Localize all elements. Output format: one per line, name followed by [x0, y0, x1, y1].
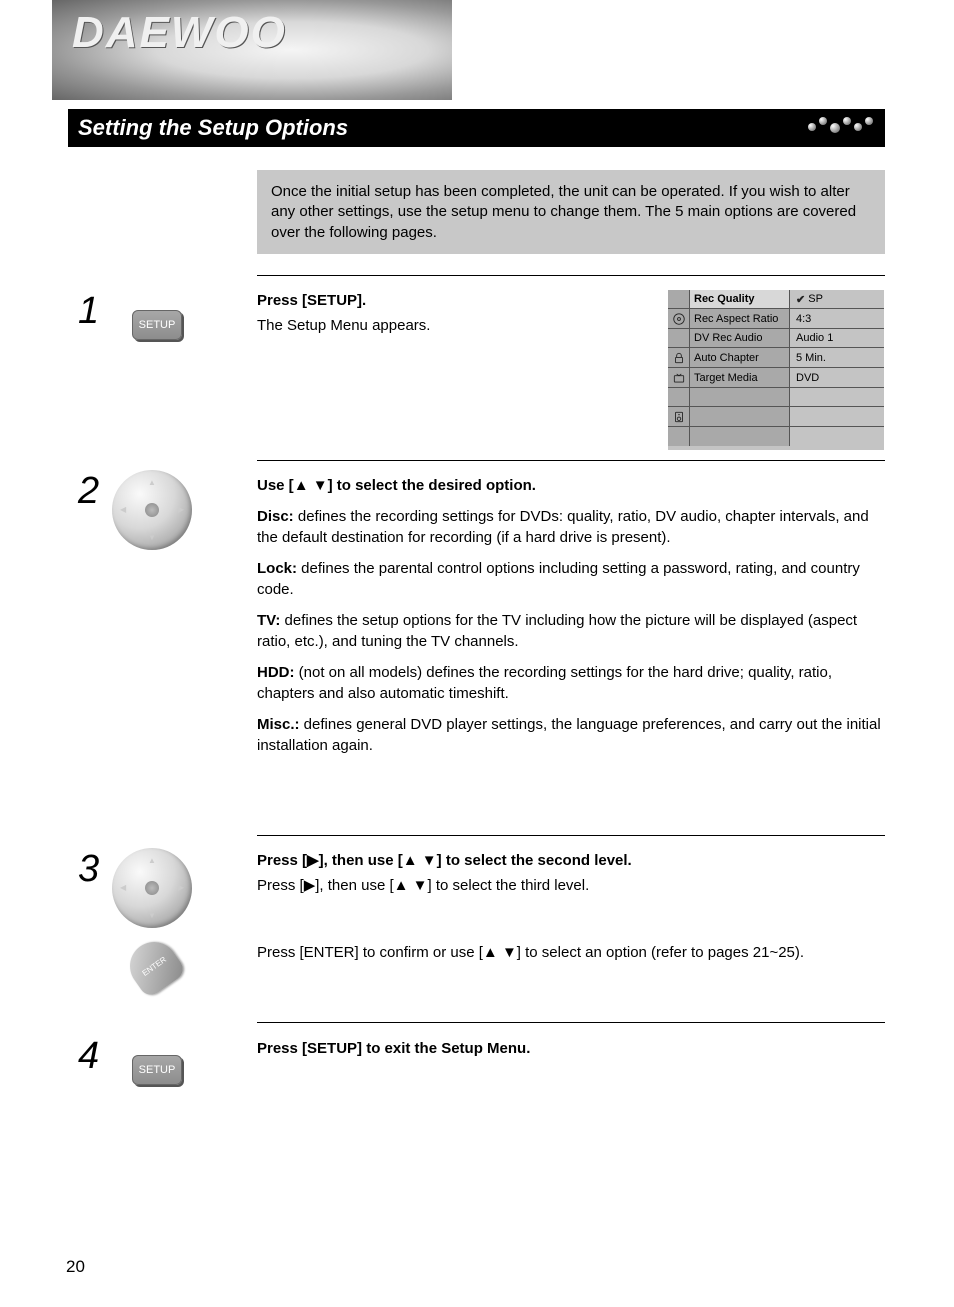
arrow-down-icon: ▼	[148, 533, 156, 542]
step-2-disc: Disc: defines the recording settings for…	[257, 506, 885, 548]
osd-row-auto-chapter: Auto Chapter 5 Min.	[668, 348, 884, 368]
osd-label: Rec Aspect Ratio	[690, 309, 790, 328]
step-number-1: 1	[78, 290, 99, 333]
setup-button-icon: SETUP	[132, 310, 182, 340]
osd-row-dv-audio: DV Rec Audio Audio 1	[668, 329, 884, 348]
step-3-body: Press [▶], then use [▲ ▼] to select the …	[257, 850, 885, 963]
arrow-right-icon: ▶	[178, 505, 184, 514]
setup-button-icon: SETUP	[132, 1055, 182, 1085]
osd-value: 4:3	[790, 309, 884, 328]
step-2-misc: Misc.: defines general DVD player settin…	[257, 714, 885, 756]
dpad-icon: ▲ ▼ ◀ ▶	[112, 470, 192, 550]
step-3-title: Press [▶], then use [▲ ▼] to select the …	[257, 850, 885, 871]
check-icon: ✔	[796, 293, 805, 306]
page-number: 20	[66, 1257, 85, 1277]
step-2-body: Use [▲ ▼] to select the desired option. …	[257, 475, 885, 756]
step-1-title: Press [SETUP].	[257, 290, 657, 311]
arrow-left-icon: ◀	[120, 505, 126, 514]
osd-row-rec-quality: Rec Quality ✔ SP	[668, 290, 884, 309]
step-2-tv: TV: defines the setup options for the TV…	[257, 610, 885, 652]
step-2-hdd: HDD: (not on all models) defines the rec…	[257, 662, 885, 704]
speaker-icon	[668, 407, 690, 426]
arrow-down-icon: ▼	[148, 911, 156, 920]
step-4-title: Press [SETUP] to exit the Setup Menu.	[257, 1038, 885, 1059]
arrow-right-icon: ▶	[178, 883, 184, 892]
osd-setup-menu: Rec Quality ✔ SP Rec Aspect Ratio 4:3 DV…	[668, 290, 884, 450]
divider	[257, 460, 885, 461]
tv-icon	[668, 368, 690, 387]
enter-button-icon: ENTER	[121, 933, 188, 1000]
section-title: Setting the Setup Options	[78, 115, 348, 141]
osd-label: Auto Chapter	[690, 348, 790, 367]
step-2-lock: Lock: defines the parental control optio…	[257, 558, 885, 600]
disc-icon	[668, 309, 690, 328]
osd-value: DVD	[790, 368, 884, 387]
osd-row-blank	[668, 427, 884, 446]
arrow-left-icon: ◀	[120, 883, 126, 892]
osd-row-rec-aspect: Rec Aspect Ratio 4:3	[668, 309, 884, 329]
osd-row-target-media: Target Media DVD	[668, 368, 884, 388]
step-4-body: Press [SETUP] to exit the Setup Menu.	[257, 1038, 885, 1063]
step-3-enter: Press [ENTER] to confirm or use [▲ ▼] to…	[257, 942, 885, 963]
osd-value: Audio 1	[790, 329, 884, 347]
step-3-line2: Press [▶], then use [▲ ▼] to select the …	[257, 875, 885, 896]
brand-logo-text: DAEWOO	[72, 8, 287, 58]
step-1-text: The Setup Menu appears.	[257, 315, 657, 336]
intro-box: Once the initial setup has been complete…	[257, 170, 885, 254]
divider	[257, 835, 885, 836]
step-number-3: 3	[78, 848, 99, 891]
arrow-up-icon: ▲	[148, 478, 156, 487]
osd-label: DV Rec Audio	[690, 329, 790, 347]
arrow-up-icon: ▲	[148, 856, 156, 865]
osd-icon-blank	[668, 290, 690, 308]
brand-header-image: DAEWOO	[52, 0, 452, 100]
step-number-4: 4	[78, 1035, 99, 1078]
decorative-dots	[808, 117, 873, 127]
osd-value: 5 Min.	[790, 348, 884, 367]
osd-row-speaker	[668, 407, 884, 427]
divider	[257, 275, 885, 276]
section-title-bar: Setting the Setup Options	[68, 109, 885, 147]
osd-row-blank	[668, 388, 884, 407]
osd-value: ✔ SP	[790, 290, 884, 308]
osd-label: Target Media	[690, 368, 790, 387]
lock-icon	[668, 348, 690, 367]
step-2-title: Use [▲ ▼] to select the desired option.	[257, 475, 885, 496]
osd-label: Rec Quality	[690, 290, 790, 308]
step-1-body: Press [SETUP]. The Setup Menu appears.	[257, 290, 657, 336]
dpad-icon: ▲ ▼ ◀ ▶	[112, 848, 192, 928]
step-number-2: 2	[78, 470, 99, 513]
divider	[257, 1022, 885, 1023]
osd-icon-blank	[668, 329, 690, 347]
